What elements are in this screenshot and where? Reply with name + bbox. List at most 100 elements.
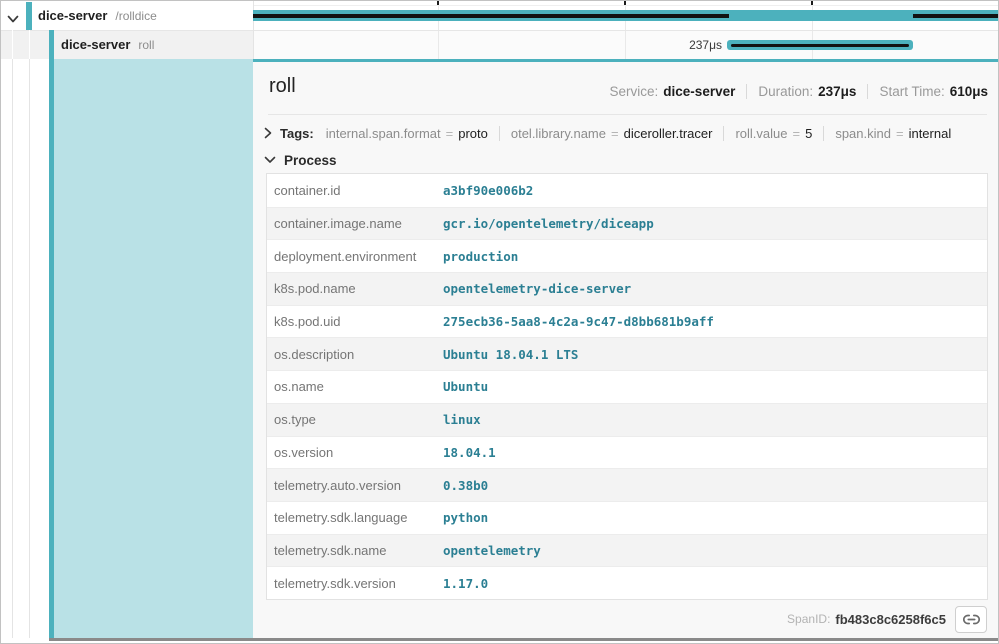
span-color-stripe xyxy=(26,2,32,30)
row-key: telemetry.sdk.language xyxy=(267,510,443,525)
table-row: os.typelinux xyxy=(267,403,987,436)
span-detail-footer: SpanID: fb483c8c6258f6c5 xyxy=(253,600,999,638)
start-time-label: Start Time: xyxy=(879,84,944,99)
start-time-value: 610μs xyxy=(950,84,988,99)
row-value: 275ecb36-5aa8-4c2a-9c47-d8bb681b9aff xyxy=(443,314,714,329)
span-id-value: fb483c8c6258f6c5 xyxy=(835,612,946,627)
row-value: 18.04.1 xyxy=(443,445,496,460)
indent-guide xyxy=(29,30,30,59)
table-row: k8s.pod.uid275ecb36-5aa8-4c2a-9c47-d8bb6… xyxy=(267,305,987,338)
row-key: container.id xyxy=(267,183,443,198)
tag-value: proto xyxy=(458,126,488,141)
header-divider xyxy=(268,114,987,115)
span-color-stripe xyxy=(49,59,54,638)
duration-label: Duration: xyxy=(758,84,813,99)
indent-guide xyxy=(29,59,30,638)
collapse-chevron-down-icon[interactable] xyxy=(7,11,19,20)
row-key: telemetry.auto.version xyxy=(267,478,443,493)
row-key: k8s.pod.name xyxy=(267,281,443,296)
operation-name: /rolldice xyxy=(115,9,156,23)
tag-separator xyxy=(723,126,724,141)
span-color-stripe xyxy=(49,30,54,59)
header-separator xyxy=(867,84,868,99)
table-row: os.nameUbuntu xyxy=(267,370,987,403)
tag-key: roll.value xyxy=(735,126,787,141)
row-value: linux xyxy=(443,412,481,427)
table-row: k8s.pod.nameopentelemetry-dice-server xyxy=(267,272,987,305)
row-key: os.type xyxy=(267,412,443,427)
tag-key: span.kind xyxy=(835,126,891,141)
ruler-baseline xyxy=(253,5,999,6)
row-key: deployment.environment xyxy=(267,249,443,264)
span-duration-label: 237μs xyxy=(622,38,722,52)
process-accordion[interactable]: Process xyxy=(264,149,337,171)
chevron-right-icon xyxy=(264,127,272,139)
service-label: Service: xyxy=(610,84,659,99)
tag-separator xyxy=(499,126,500,141)
table-row: os.version18.04.1 xyxy=(267,436,987,469)
jaeger-trace-view: dice-server/rolldice dice-server roll 237… xyxy=(0,0,999,644)
row-value: Ubuntu 18.04.1 LTS xyxy=(443,347,578,362)
tag-key: otel.library.name xyxy=(511,126,606,141)
indent-guide xyxy=(12,30,13,59)
table-row: telemetry.sdk.nameopentelemetry xyxy=(267,534,987,567)
table-row: deployment.environmentproduction xyxy=(267,239,987,272)
tags-label: Tags: xyxy=(280,126,314,141)
table-row: container.image.namegcr.io/opentelemetry… xyxy=(267,207,987,240)
row-key: os.name xyxy=(267,379,443,394)
tag-key: internal.span.format xyxy=(326,126,441,141)
row-value: production xyxy=(443,249,518,264)
table-row: os.descriptionUbuntu 18.04.1 LTS xyxy=(267,337,987,370)
tag-equals: = xyxy=(793,126,801,141)
row-value: gcr.io/opentelemetry/diceapp xyxy=(443,216,654,231)
service-value: dice-server xyxy=(663,84,735,99)
row-key: telemetry.sdk.name xyxy=(267,543,443,558)
deep-link-icon xyxy=(963,614,980,625)
service-name: dice-server xyxy=(61,37,130,52)
detail-row-bottom-edge xyxy=(49,638,999,641)
row-value: a3bf90e006b2 xyxy=(443,183,533,198)
tree-row-rolldice[interactable]: dice-server/rolldice xyxy=(38,8,157,23)
row-value: 0.38b0 xyxy=(443,478,488,493)
span-operation-title: roll xyxy=(269,75,296,98)
table-row: telemetry.sdk.version1.17.0 xyxy=(267,566,987,599)
tags-accordion[interactable]: Tags: internal.span.format = proto otel.… xyxy=(264,120,951,146)
row-key: k8s.pod.uid xyxy=(267,314,443,329)
process-table: container.ida3bf90e006b2 container.image… xyxy=(266,173,988,600)
indent-guide xyxy=(12,59,13,638)
span-header-info: Service: dice-server Duration: 237μs Sta… xyxy=(501,84,988,99)
header-separator xyxy=(746,84,747,99)
span-bar-black-segment xyxy=(731,44,909,48)
tag-value: diceroller.tracer xyxy=(624,126,713,141)
process-label: Process xyxy=(284,153,337,168)
duration-value: 237μs xyxy=(818,84,856,99)
chevron-down-icon xyxy=(264,156,276,164)
span-bar-black-segment xyxy=(253,14,729,18)
tree-row-roll[interactable]: dice-server roll xyxy=(61,37,154,52)
tag-value: 5 xyxy=(805,126,812,141)
selected-span-left-fill xyxy=(54,59,253,638)
table-row: telemetry.auto.version0.38b0 xyxy=(267,468,987,501)
row-value: 1.17.0 xyxy=(443,576,488,591)
operation-name: roll xyxy=(138,38,154,52)
row-key: telemetry.sdk.version xyxy=(267,576,443,591)
table-row: telemetry.sdk.languagepython xyxy=(267,501,987,534)
table-row: container.ida3bf90e006b2 xyxy=(267,174,987,207)
tag-equals: = xyxy=(446,126,454,141)
service-name: dice-server xyxy=(38,8,107,23)
tag-equals: = xyxy=(896,126,904,141)
row-key: os.version xyxy=(267,445,443,460)
row-value: opentelemetry-dice-server xyxy=(443,281,631,296)
row-separator xyxy=(1,30,999,31)
row-key: os.description xyxy=(267,347,443,362)
tag-separator xyxy=(823,126,824,141)
row-value: Ubuntu xyxy=(443,379,488,394)
row-value: python xyxy=(443,510,488,525)
span-id-label: SpanID: xyxy=(787,612,830,626)
tag-equals: = xyxy=(611,126,619,141)
tag-value: internal xyxy=(909,126,952,141)
span-bar-black-segment xyxy=(913,14,999,18)
span-link-button[interactable] xyxy=(955,606,987,633)
row-value: opentelemetry xyxy=(443,543,541,558)
row-key: container.image.name xyxy=(267,216,443,231)
